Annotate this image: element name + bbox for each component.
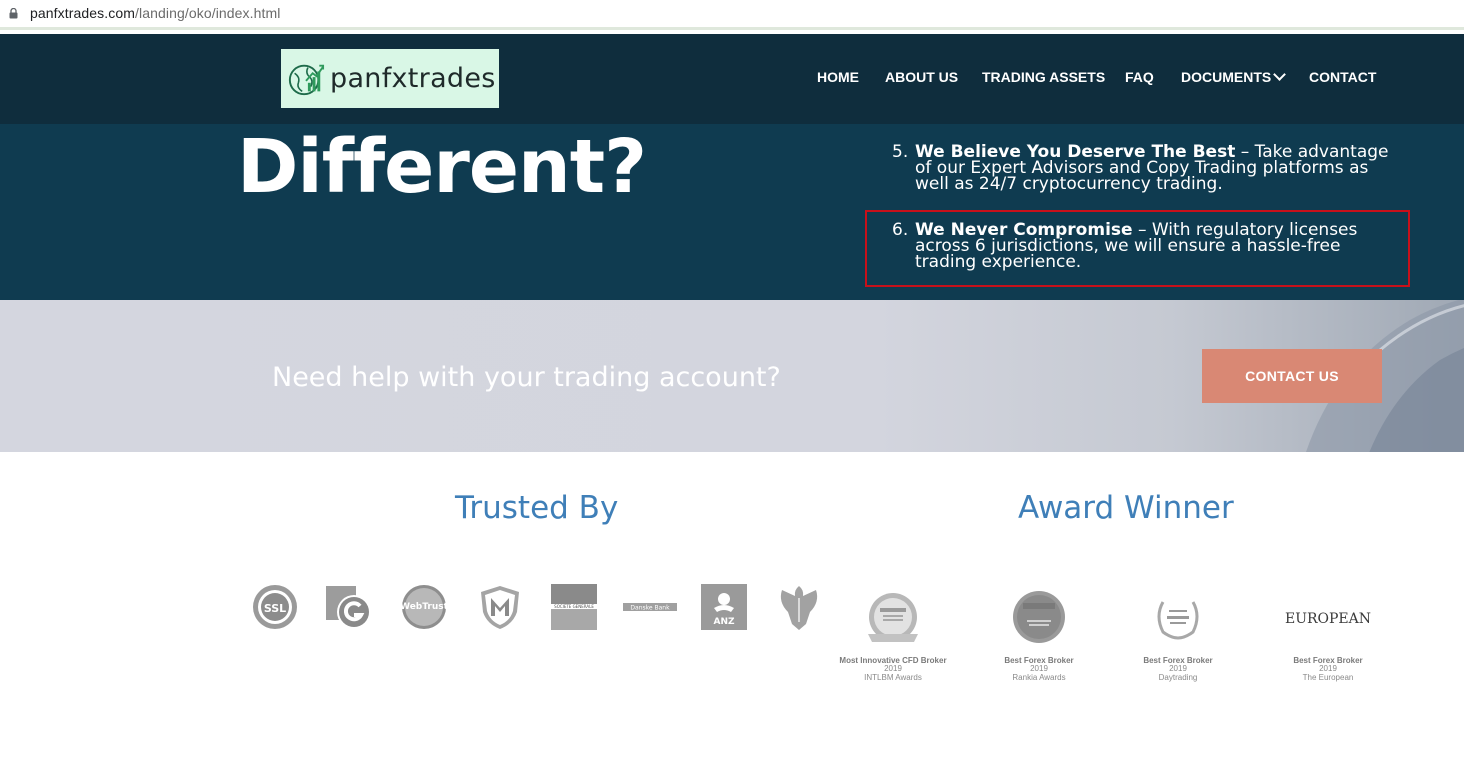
lock-icon (9, 8, 18, 19)
barclays-eagle-icon (780, 586, 818, 630)
nav-contact[interactable]: CONTACT (1309, 69, 1376, 85)
ssl-seal-icon: SSL (253, 585, 297, 629)
the-european-text: EUROPEAN (1285, 611, 1371, 627)
award-item: Most Innovative CFD Broker 2019 INTLBM A… (838, 590, 948, 682)
award-source: Daytrading (1158, 672, 1198, 682)
societe-generale-icon: SOCIETE GENERALE (551, 584, 597, 630)
anz-icon: ANZ (701, 584, 747, 630)
societe-generale-text: SOCIETE GENERALE (554, 604, 594, 609)
nav-about-us[interactable]: ABOUT US (885, 69, 958, 85)
award-source: INTLBM Awards (864, 672, 922, 682)
award-item: Best Forex Broker 2019 Daytrading (1123, 590, 1233, 682)
url-text[interactable]: panfxtrades.com/landing/oko/index.html (30, 5, 281, 21)
the-european-logo-icon: EUROPEAN (1285, 611, 1371, 627)
award-heading: Award Winner (1018, 490, 1234, 526)
webtrust-text: WebTrust (401, 602, 447, 612)
contact-us-button[interactable]: CONTACT US (1202, 349, 1382, 403)
mcafee-shield-icon (481, 586, 519, 629)
hero-heading: Different? (237, 124, 647, 210)
laurel-badge-icon (1157, 601, 1199, 640)
rankia-medal-icon (1013, 591, 1065, 643)
award-source: The European (1302, 672, 1354, 682)
help-question: Need help with your trading account? (272, 362, 781, 393)
nav-faq[interactable]: FAQ (1125, 69, 1154, 85)
help-banner: Need help with your trading account? CON… (0, 300, 1464, 452)
hero-point-6: 6. We Never Compromise – With regulatory… (892, 222, 1390, 271)
nav-documents-label: DOCUMENTS (1181, 69, 1272, 85)
browser-address-bar[interactable]: panfxtrades.com/landing/oko/index.html (0, 0, 1464, 30)
g-logo-icon (326, 586, 371, 629)
award-source: Rankia Awards (1012, 672, 1066, 682)
point-number: 6. (892, 220, 909, 240)
main-menu: HOME ABOUT US TRADING ASSETS FAQ DOCUMEN… (0, 68, 1464, 89)
hero-point-5: 5. We Believe You Deserve The Best – Tak… (892, 144, 1400, 193)
nav-home[interactable]: HOME (817, 69, 859, 85)
award-item: Best Forex Broker 2019 Rankia Awards (984, 590, 1094, 682)
intlbm-medal-icon (868, 593, 918, 642)
award-item: EUROPEAN Best Forex Broker 2019 The Euro… (1273, 590, 1383, 682)
webtrust-icon: WebTrust (401, 585, 447, 629)
danske-bank-text: Danske Bank (630, 605, 670, 612)
trusted-heading: Trusted By (455, 490, 619, 526)
danske-bank-icon: Danske Bank (623, 603, 677, 612)
ssl-text: SSL (264, 602, 286, 615)
nav-trading-assets[interactable]: TRADING ASSETS (982, 69, 1105, 85)
chevron-down-icon (1273, 68, 1287, 81)
hero-section: Different? 5. We Believe You Deserve The… (0, 124, 1464, 300)
anz-text: ANZ (713, 617, 734, 627)
nav-documents[interactable]: DOCUMENTS (1181, 68, 1287, 85)
point-number: 5. (892, 142, 909, 162)
site-header: panfxtrades HOME ABOUT US TRADING ASSETS… (0, 34, 1464, 124)
